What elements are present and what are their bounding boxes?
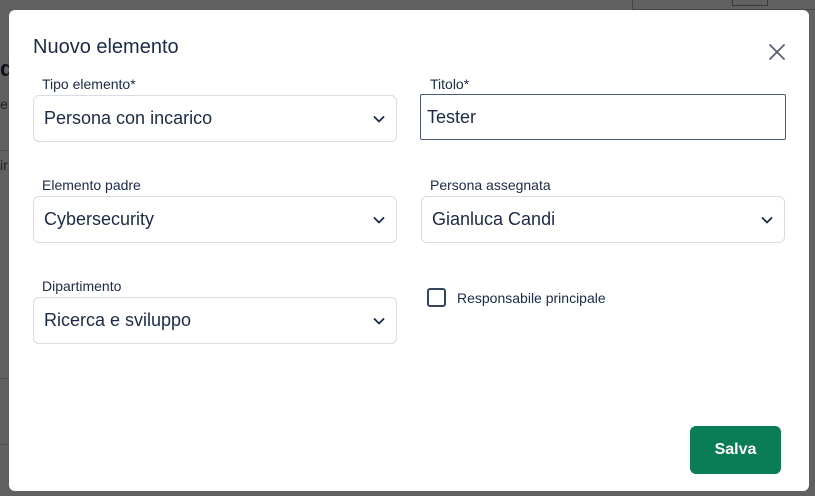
tipo-elemento-select[interactable]: Persona con incarico [33,95,397,142]
dipartimento-select[interactable]: Ricerca e sviluppo [33,297,397,344]
save-button[interactable]: Salva [690,426,781,474]
titolo-input[interactable] [420,94,786,140]
chevron-down-icon [372,314,386,328]
elemento-padre-select[interactable]: Cybersecurity [33,196,397,243]
elemento-padre-label: Elemento padre [42,177,141,193]
dipartimento-label: Dipartimento [42,278,122,294]
modal-title: Nuovo elemento [33,36,179,58]
persona-assegnata-label: Persona assegnata [430,177,551,193]
responsabile-principale-row[interactable]: Responsabile principale [427,288,606,307]
responsabile-principale-label: Responsabile principale [457,289,606,306]
chevron-down-icon [372,112,386,126]
titolo-label: Titolo* [430,76,470,92]
new-element-modal: Nuovo elemento Tipo elemento* Persona co… [9,10,809,491]
dipartimento-value: Ricerca e sviluppo [44,310,192,330]
responsabile-principale-checkbox[interactable] [427,288,446,307]
elemento-padre-value: Cybersecurity [44,209,155,229]
persona-assegnata-select[interactable]: Gianluca Candi [421,196,785,243]
persona-assegnata-value: Gianluca Candi [432,209,556,229]
tipo-elemento-label: Tipo elemento* [42,76,136,92]
chevron-down-icon [760,213,774,227]
tipo-elemento-value: Persona con incarico [44,108,213,128]
chevron-down-icon [372,213,386,227]
close-button[interactable] [765,40,789,64]
close-icon [768,43,786,61]
